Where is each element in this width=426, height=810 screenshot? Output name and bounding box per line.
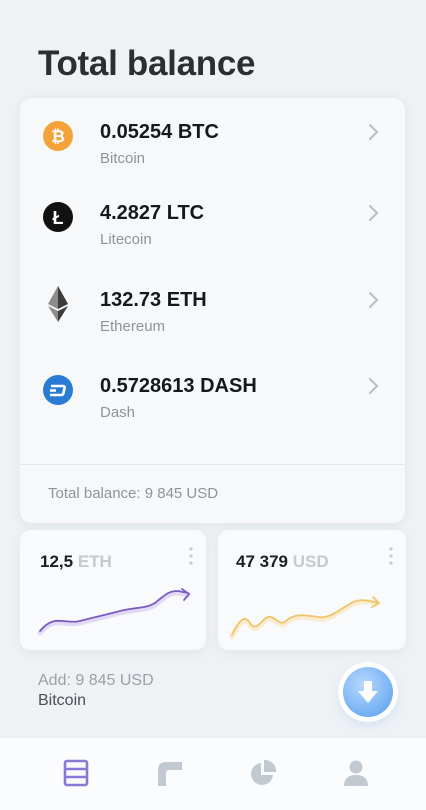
user-icon: [344, 760, 368, 786]
coin-row-ethereum[interactable]: 132.73 ETH Ethereum: [20, 286, 405, 374]
chevron-right-icon: [369, 292, 379, 308]
balance-card: ₿ 0.05254 BTC Bitcoin Ł 4.2827 LTC Litec…: [20, 98, 405, 523]
add-coin: Bitcoin: [38, 692, 87, 709]
usd-trend-line: [229, 596, 381, 640]
coin-amount: 0.05254 BTC: [100, 121, 219, 143]
tab-profile[interactable]: [341, 758, 371, 788]
eth-trend-line: [37, 588, 191, 636]
more-dots-icon[interactable]: [388, 546, 394, 566]
coin-name: Dash: [100, 404, 136, 421]
chevron-right-icon: [369, 205, 379, 221]
bitcoin-icon: ₿: [42, 120, 74, 152]
mini-value: 47 379 USD: [236, 552, 329, 572]
litecoin-icon: Ł: [42, 201, 74, 233]
chevron-right-icon: [369, 124, 379, 140]
ethereum-icon: [42, 284, 74, 324]
coin-row-bitcoin[interactable]: ₿ 0.05254 BTC Bitcoin: [20, 120, 405, 206]
download-button[interactable]: [343, 667, 393, 717]
mini-value: 12,5 ETH: [40, 552, 112, 572]
pie-chart-icon: [251, 759, 277, 785]
coin-row-litecoin[interactable]: Ł 4.2827 LTC Litecoin: [20, 201, 405, 287]
coin-name: Ethereum: [100, 318, 166, 335]
coin-amount: 132.73 ETH: [100, 289, 207, 311]
usd-mini-card[interactable]: 47 379 USD: [218, 530, 406, 650]
coin-name: Bitcoin: [100, 150, 146, 167]
add-label: Add: 9 845 USD: [38, 672, 154, 689]
svg-text:Ł: Ł: [53, 208, 64, 228]
mini-amount: 47 379: [236, 552, 288, 571]
arrow-down-icon: [358, 681, 378, 703]
list-icon: [63, 759, 89, 787]
corner-icon: [158, 762, 182, 786]
eth-mini-card[interactable]: 12,5 ETH: [20, 530, 206, 650]
page-title: Total balance: [38, 44, 256, 83]
mini-unit: USD: [292, 552, 329, 571]
svg-text:₿: ₿: [51, 127, 65, 146]
tab-list[interactable]: [61, 758, 91, 788]
coin-row-dash[interactable]: 0.5728613 DASH Dash: [20, 374, 405, 460]
more-dots-icon[interactable]: [188, 546, 194, 566]
tab-stats[interactable]: [248, 758, 278, 788]
coin-amount: 0.5728613 DASH: [100, 375, 257, 397]
coin-amount: 4.2827 LTC: [100, 202, 205, 224]
mini-unit: ETH: [77, 552, 112, 571]
total-balance-line: Total balance: 9 845 USD: [48, 485, 219, 502]
mini-amount: 12,5: [40, 552, 74, 571]
tab-bar: [0, 738, 426, 810]
coin-name: Litecoin: [100, 231, 152, 248]
tab-corner[interactable]: [155, 758, 185, 788]
chevron-right-icon: [369, 378, 379, 394]
dash-icon: [42, 374, 74, 406]
divider: [20, 464, 405, 465]
